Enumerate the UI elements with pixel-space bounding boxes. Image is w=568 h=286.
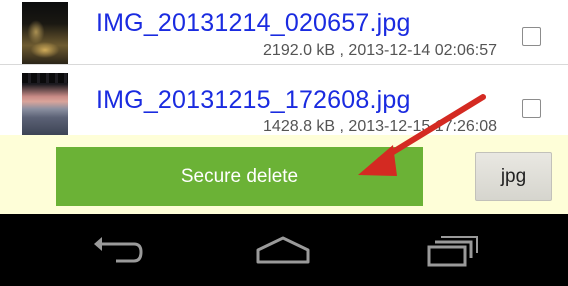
screen: IMG_20131214_020657.jpg 2192.0 kB , 2013… — [0, 0, 568, 286]
file-thumbnail — [22, 2, 68, 64]
file-row[interactable]: IMG_20131214_020657.jpg 2192.0 kB , 2013… — [0, 0, 568, 65]
home-icon[interactable] — [253, 234, 313, 268]
back-arrow-icon[interactable] — [88, 234, 148, 268]
file-name: IMG_20131215_172608.jpg — [96, 86, 411, 114]
navigation-bar — [0, 214, 568, 286]
file-name: IMG_20131214_020657.jpg — [96, 9, 411, 37]
file-meta: 2192.0 kB , 2013-12-14 02:06:57 — [263, 42, 497, 59]
file-checkbox[interactable] — [522, 99, 541, 118]
secure-delete-button[interactable]: Secure delete — [56, 147, 423, 206]
extension-filter-button[interactable]: jpg — [475, 152, 552, 201]
file-meta: 1428.8 kB , 2013-12-15 17:26:08 — [263, 118, 497, 135]
file-list: IMG_20131214_020657.jpg 2192.0 kB , 2013… — [0, 0, 568, 135]
recent-apps-icon[interactable] — [423, 234, 483, 268]
file-checkbox[interactable] — [522, 27, 541, 46]
file-row[interactable]: IMG_20131215_172608.jpg 1428.8 kB , 2013… — [0, 69, 568, 135]
action-bar: Secure delete jpg — [0, 135, 568, 214]
file-thumbnail — [22, 73, 68, 135]
